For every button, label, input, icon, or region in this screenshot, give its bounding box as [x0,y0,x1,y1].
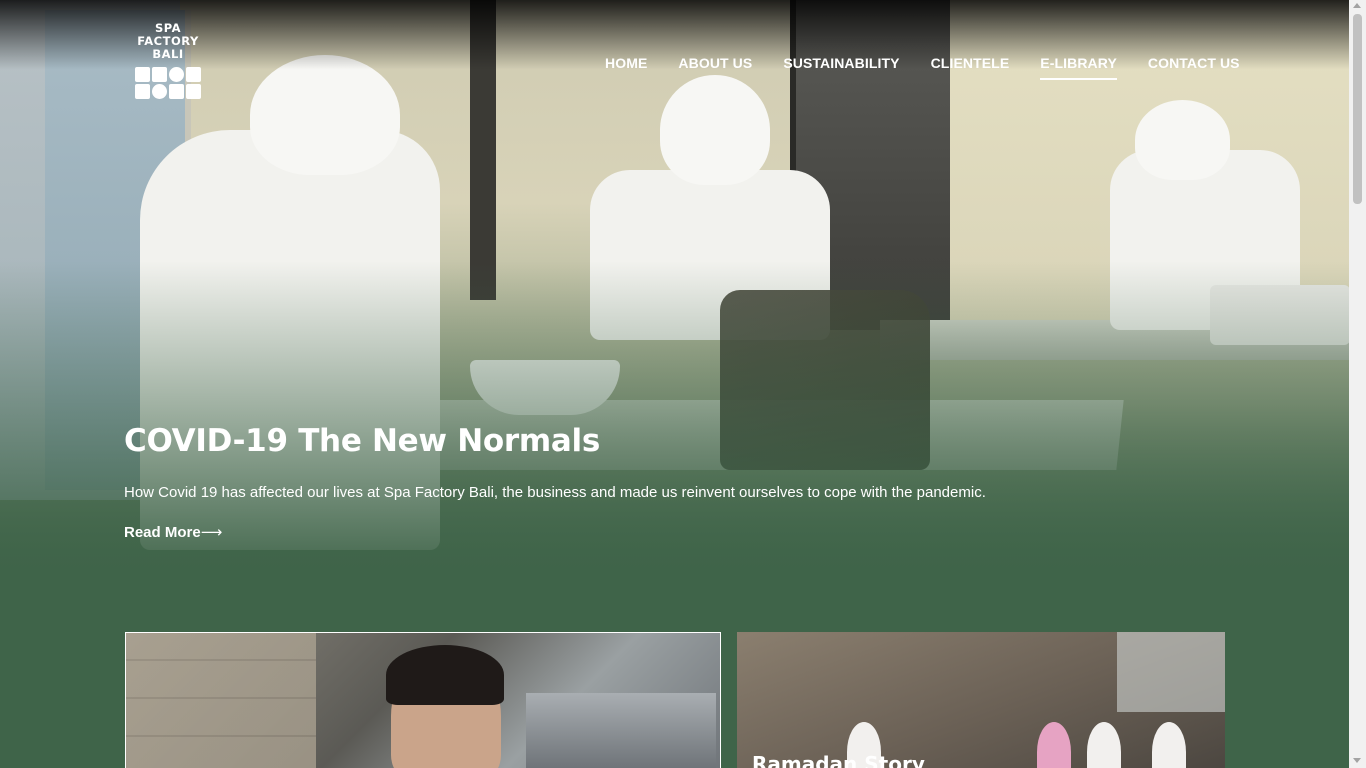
card-photo-tiles [126,633,316,768]
card-photo-person [1152,722,1186,768]
read-more-label: Read More [124,524,201,541]
nav-contact-us[interactable]: CONTACT US [1148,55,1240,71]
read-more-link[interactable]: Read More⟶ [124,523,222,541]
feather-icon [169,84,184,99]
nav-e-library[interactable]: E-LIBRARY [1040,55,1117,80]
hero-title: COVID-19 The New Normals [124,423,600,459]
site-logo[interactable]: SPA FACTORY BALI [130,22,206,99]
nav-clientele[interactable]: CLIENTELE [931,55,1010,71]
nav-about-us[interactable]: ABOUT US [678,55,752,71]
bottle-icon [152,84,167,99]
scrollbar-thumb[interactable] [1353,14,1362,204]
spiral-icon [152,67,167,82]
hero-description: How Covid 19 has affected our lives at S… [124,484,986,501]
card-photo-person [1037,722,1071,768]
logo-icons [130,67,206,99]
article-card[interactable]: Ramadan Story [737,632,1225,768]
card-title: Ramadan Story [752,752,925,768]
scroll-up-icon[interactable] [1353,3,1361,8]
card-photo-sink [526,693,716,768]
main-navigation: HOME ABOUT US SUSTAINABILITY CLIENTELE E… [605,55,1240,80]
coconut-icon [186,84,201,99]
flower-icon [169,67,184,82]
article-card[interactable] [125,632,721,768]
scroll-down-icon[interactable] [1353,758,1361,763]
nav-sustainability[interactable]: SUSTAINABILITY [783,55,899,71]
leaf-icon [135,67,150,82]
card-photo-person [1087,722,1121,768]
logo-line: BALI [152,47,184,61]
fruit-icon [186,67,201,82]
page: SPA FACTORY BALI HOME ABOUT US SUSTAINAB… [0,0,1366,768]
card-photo-hair [386,645,504,705]
drop-icon [135,84,150,99]
page-scrollbar[interactable] [1349,0,1366,768]
nav-home[interactable]: HOME [605,55,647,71]
card-photo-window [1117,632,1225,712]
arrow-right-icon: ⟶ [200,523,223,541]
